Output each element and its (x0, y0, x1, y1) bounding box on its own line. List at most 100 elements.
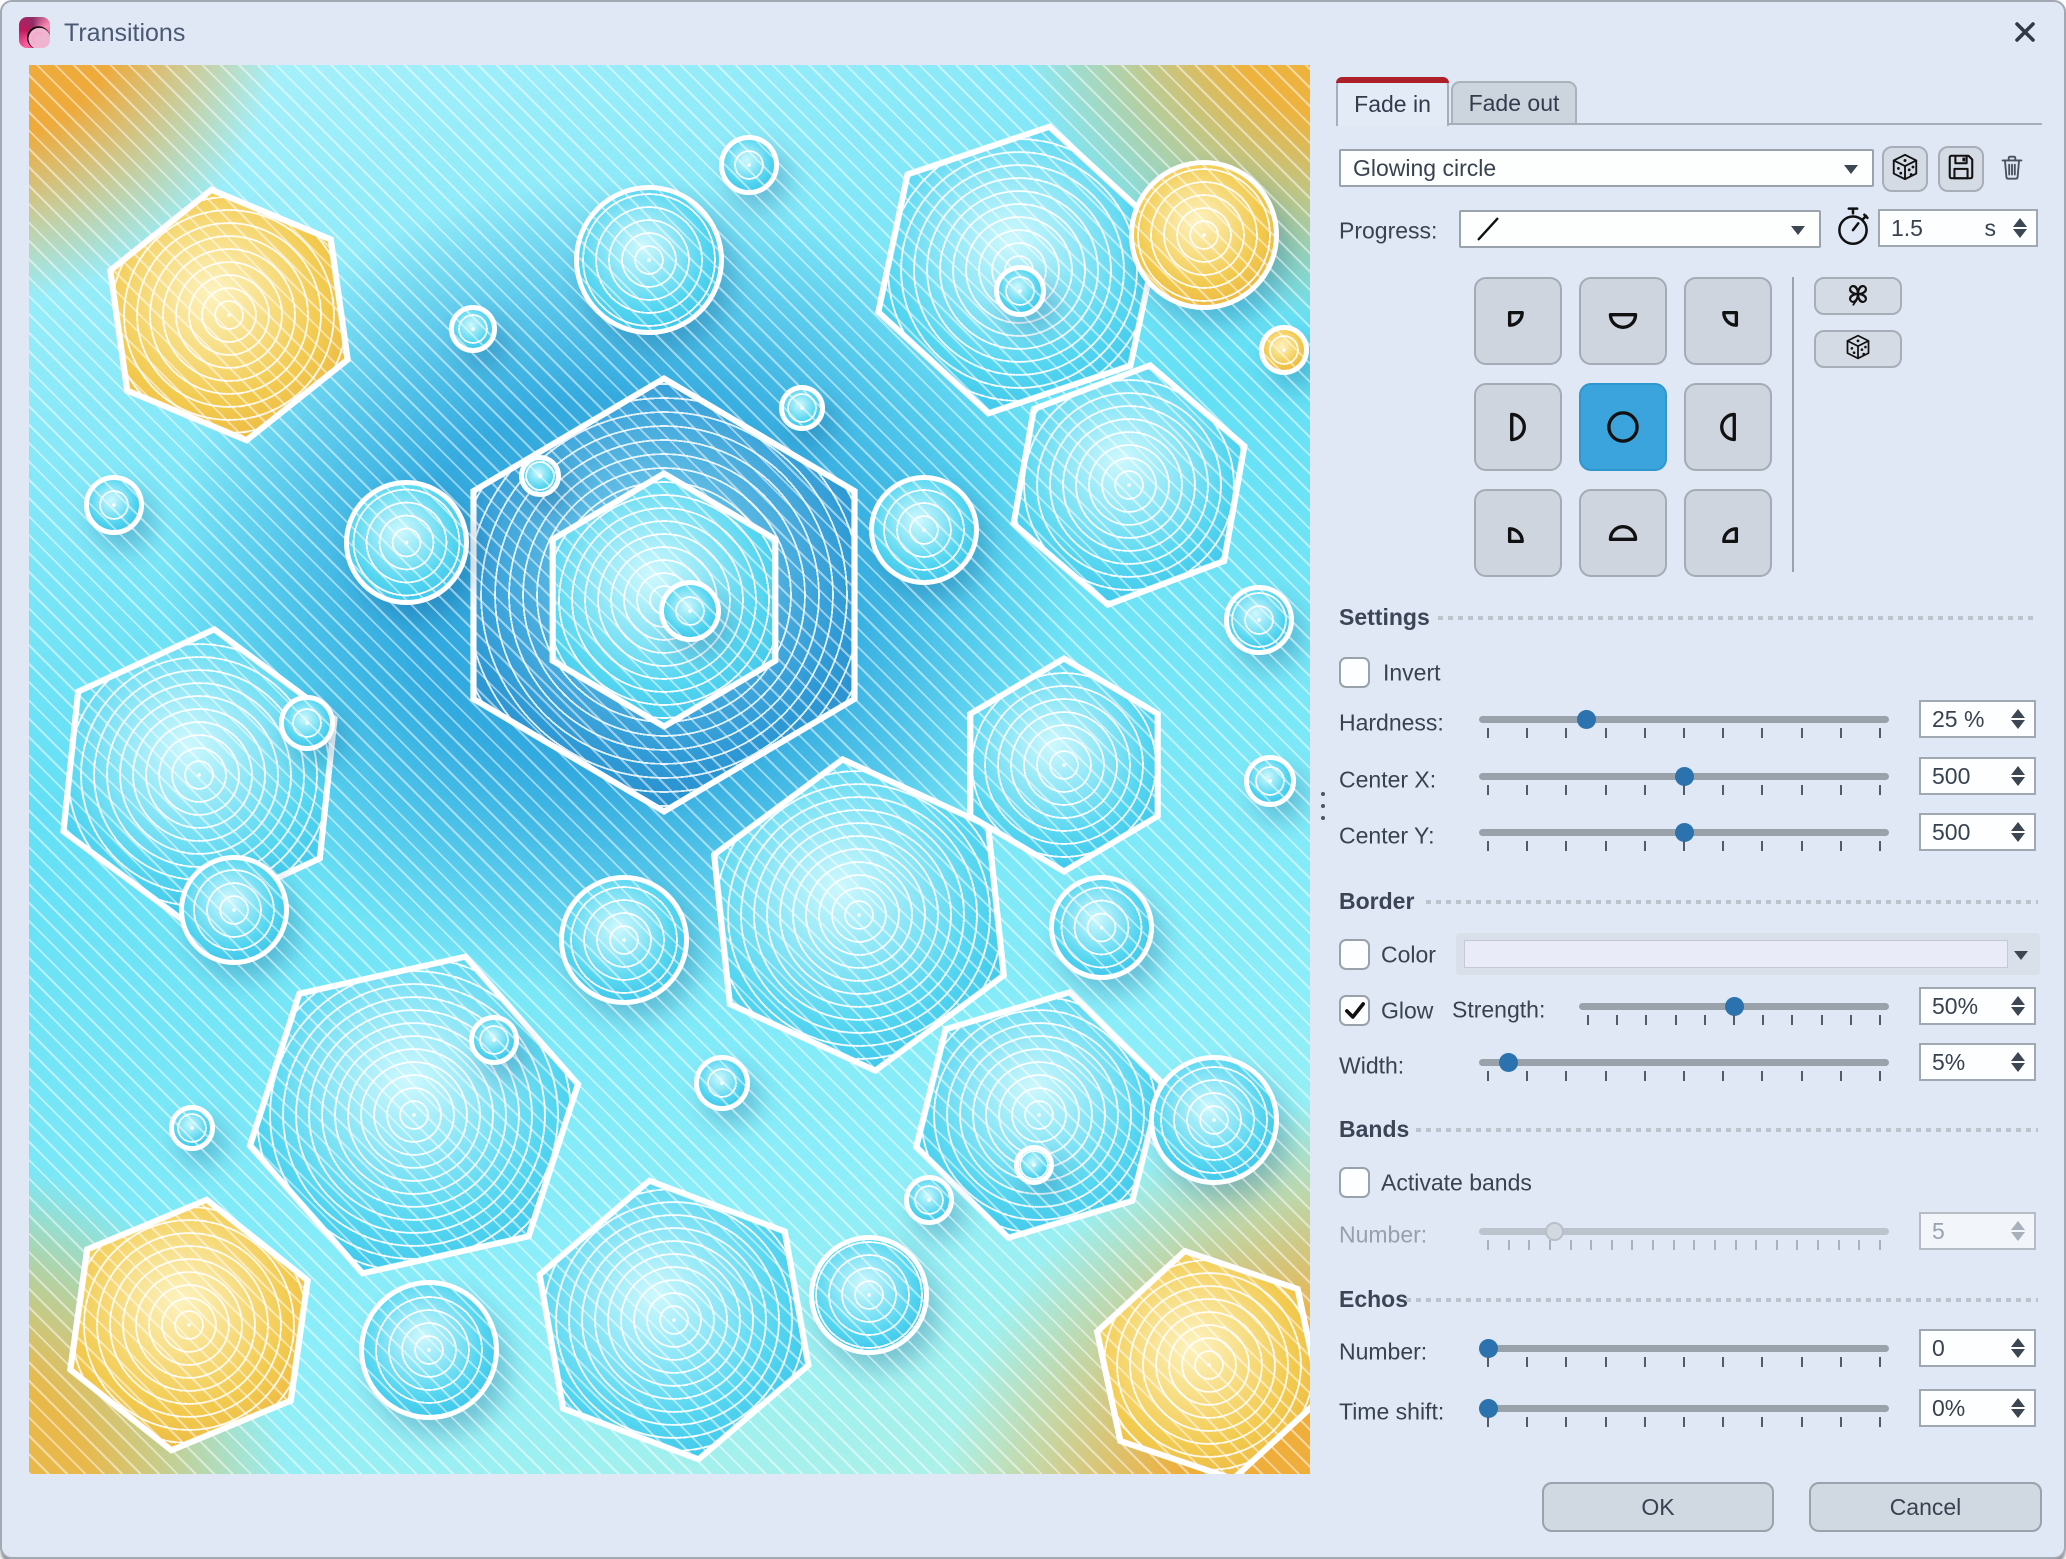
tick (1837, 1240, 1840, 1250)
tab-fade-in-label: Fade in (1354, 91, 1431, 117)
tick (1839, 728, 1842, 738)
ok-button[interactable]: OK (1542, 1482, 1774, 1532)
hardness-slider-track[interactable] (1479, 716, 1889, 723)
strength-spinbox[interactable]: 50% (1919, 987, 2036, 1025)
tick (1643, 1071, 1646, 1081)
spin-down-button[interactable] (2011, 1232, 2025, 1241)
invert-checkbox[interactable] (1339, 657, 1370, 688)
preset-value: Glowing circle (1353, 154, 1497, 181)
tick (1487, 1071, 1489, 1081)
origin-cell-left[interactable] (1474, 383, 1562, 471)
spin-down-button[interactable] (2011, 1349, 2025, 1358)
time_shift-slider-handle[interactable] (1479, 1399, 1498, 1418)
cancel-button[interactable]: Cancel (1809, 1482, 2042, 1532)
centery-slider-handle[interactable] (1674, 823, 1694, 842)
spin-up-button[interactable] (2011, 822, 2025, 831)
strength-slider-handle[interactable] (1724, 997, 1744, 1016)
clover-icon (1843, 279, 1873, 314)
spin-down-button[interactable] (2011, 1063, 2025, 1072)
tab-fade-in[interactable]: Fade in (1336, 77, 1449, 126)
spin-up-button[interactable] (2011, 996, 2025, 1005)
tick (1528, 1240, 1531, 1250)
pattern-circle (84, 475, 144, 535)
spin-up-button[interactable] (2011, 709, 2025, 718)
time_shift-spinbox[interactable]: 0% (1919, 1389, 2036, 1427)
tick (1761, 1071, 1764, 1081)
spin-up-button[interactable] (2013, 218, 2027, 227)
origin-cell-center[interactable] (1579, 383, 1667, 471)
echos-section-title: Echos (1339, 1286, 1409, 1312)
tick (1565, 1417, 1568, 1427)
bands_number-slider-handle[interactable] (1545, 1222, 1565, 1241)
echos_number-spinbox[interactable]: 0 (1919, 1329, 2036, 1367)
tick (1879, 1240, 1881, 1250)
spin-down-button[interactable] (2011, 1007, 2025, 1016)
origin-cell-top-left[interactable] (1474, 277, 1562, 365)
spin-up-button[interactable] (2011, 1398, 2025, 1407)
spin-up-button[interactable] (2011, 1052, 2025, 1061)
checkmark-icon (1344, 1001, 1365, 1019)
color-checkbox[interactable] (1339, 939, 1370, 970)
width-slider-handle[interactable] (1498, 1053, 1518, 1072)
pattern-circle (869, 475, 979, 585)
spin-down-button[interactable] (2013, 229, 2027, 238)
origin-cell-right[interactable] (1684, 383, 1772, 471)
glow-checkbox[interactable] (1339, 995, 1370, 1026)
tick (1839, 1357, 1842, 1367)
tab-fade-out[interactable]: Fade out (1451, 81, 1577, 123)
bands-section-rule (1416, 1128, 2038, 1132)
width-slider-track[interactable] (1479, 1059, 1889, 1066)
bands_number-slider-track[interactable] (1479, 1228, 1889, 1235)
delete-preset-button[interactable] (1990, 147, 2034, 191)
tick (1761, 841, 1764, 851)
preset-select[interactable]: Glowing circle (1339, 149, 1874, 187)
pattern-circle (719, 135, 779, 195)
pattern-hexagon (506, 1152, 842, 1474)
tick (1604, 785, 1607, 795)
splitter-grip[interactable] (1318, 792, 1328, 820)
save-preset-button[interactable] (1938, 146, 1984, 192)
activate-checkbox[interactable] (1339, 1167, 1370, 1198)
pattern-circle (1149, 1055, 1279, 1185)
hardness-slider-handle[interactable] (1576, 710, 1596, 729)
echos_number-slider-handle[interactable] (1479, 1339, 1498, 1358)
centerx-spinbox[interactable]: 500 (1919, 757, 2036, 795)
origin-cell-bottom-left[interactable] (1474, 489, 1562, 577)
spin-up-button[interactable] (2011, 1338, 2025, 1347)
progress-curve-select[interactable] (1459, 210, 1821, 248)
centerx-value: 500 (1932, 762, 1971, 789)
close-button[interactable] (2005, 12, 2045, 52)
pattern-circle (1049, 875, 1154, 980)
spin-up-button[interactable] (2011, 1221, 2025, 1230)
tick (1548, 1240, 1551, 1250)
spin-down-button[interactable] (2011, 833, 2025, 842)
origin-cell-bottom[interactable] (1579, 489, 1667, 577)
duration-spinbox[interactable]: 1.5 s (1878, 209, 2038, 247)
origin-cell-top-right[interactable] (1684, 277, 1772, 365)
pattern-circle (694, 1055, 750, 1111)
border-color-select[interactable] (1456, 933, 2040, 975)
hardness-spinbox[interactable]: 25 % (1919, 700, 2036, 738)
tick (1526, 1417, 1529, 1427)
clover-button[interactable] (1814, 277, 1902, 315)
centery-spinbox[interactable]: 500 (1919, 813, 2036, 851)
time_shift-slider-track[interactable] (1479, 1405, 1889, 1412)
width-spinbox[interactable]: 5% (1919, 1043, 2036, 1081)
random-position-button[interactable] (1814, 330, 1902, 368)
spin-down-button[interactable] (2011, 777, 2025, 786)
centerx-slider-handle[interactable] (1674, 767, 1694, 786)
echos_number-slider-track[interactable] (1479, 1345, 1889, 1352)
origin-cell-bottom-right[interactable] (1684, 489, 1772, 577)
duration-timer-button[interactable] (1835, 205, 1871, 254)
pattern-circle (809, 1235, 929, 1355)
tick (1590, 1240, 1593, 1250)
spin-up-button[interactable] (2011, 766, 2025, 775)
tick (1761, 1417, 1764, 1427)
bands_number-spinbox[interactable]: 5 (1919, 1212, 2036, 1250)
origin-cell-top[interactable] (1579, 277, 1667, 365)
spin-down-button[interactable] (2011, 720, 2025, 729)
random-preset-button[interactable] (1882, 146, 1928, 192)
spin-down-button[interactable] (2011, 1409, 2025, 1418)
tick (1879, 785, 1881, 795)
tick (1604, 1417, 1607, 1427)
